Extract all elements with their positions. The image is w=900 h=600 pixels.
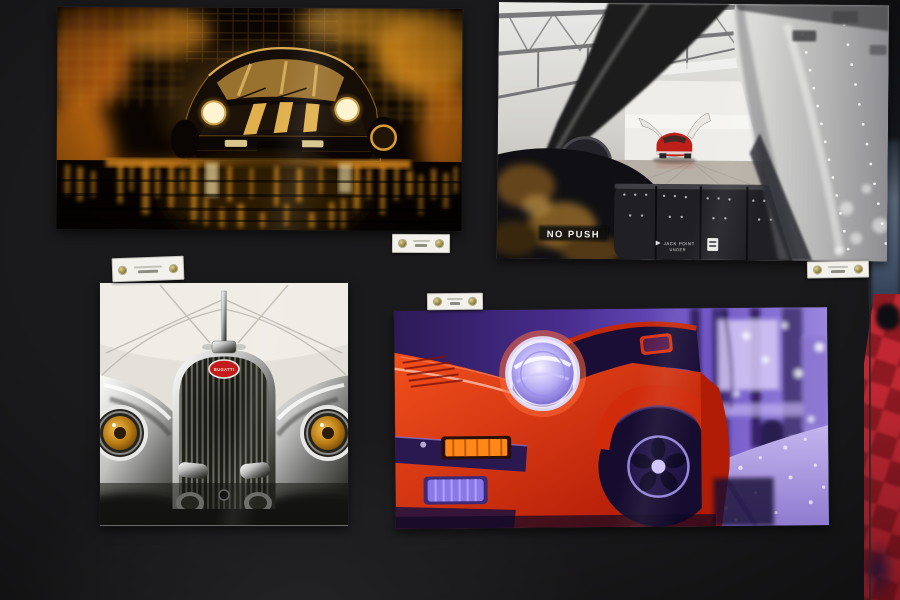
jack-point-text: JACK POINT (664, 241, 695, 246)
radiator-mast (222, 291, 227, 349)
bugatti-grille-print: BUGATTI (100, 283, 348, 526)
gallery-photo: NO PUSH JACK POINT UNDER (0, 0, 900, 600)
artwork-label-bugatti (112, 256, 185, 282)
wall-panel-edge (869, 258, 871, 600)
gallery-roundel-icon (398, 239, 407, 248)
turn-indicator (441, 436, 511, 460)
gallery-roundel-icon (854, 265, 863, 274)
gold-porsche-print (56, 7, 462, 231)
side-mirror (639, 333, 673, 356)
gallery-roundel-icon (433, 297, 442, 306)
bugatti-badge: BUGATTI (209, 360, 239, 378)
no-push-text: NO PUSH (547, 228, 600, 239)
label-caption-lines (446, 298, 464, 305)
headlight (506, 337, 579, 410)
red-porsche-print (394, 307, 829, 529)
carpet-shadow (862, 540, 896, 600)
artwork-label-hangar (807, 260, 869, 278)
gallery-roundel-icon (435, 239, 444, 248)
bugatti-image: BUGATTI (100, 283, 348, 525)
under-text: UNDER (669, 247, 686, 252)
label-caption-lines (411, 240, 431, 247)
gallery-roundel-icon (169, 263, 178, 272)
gallery-roundel-icon (468, 297, 477, 306)
label-caption-lines (131, 265, 165, 273)
fog-lamp (424, 476, 488, 505)
label-caption-lines (826, 266, 850, 273)
no-push-stencil: NO PUSH (539, 226, 609, 241)
gold-porsche-image (56, 7, 462, 231)
red-porsche-image (394, 307, 829, 529)
bugatti-badge-text: BUGATTI (214, 367, 234, 372)
visitor-shoe (876, 304, 900, 330)
hangar-image: NO PUSH JACK POINT UNDER (497, 2, 889, 261)
gallery-roundel-icon (118, 265, 127, 274)
gallery-roundel-icon (813, 265, 822, 274)
hangar-gullwing-print: NO PUSH JACK POINT UNDER (497, 2, 889, 261)
artwork-label-red-porsche (427, 293, 483, 310)
artwork-label-gold-porsche (392, 234, 450, 253)
